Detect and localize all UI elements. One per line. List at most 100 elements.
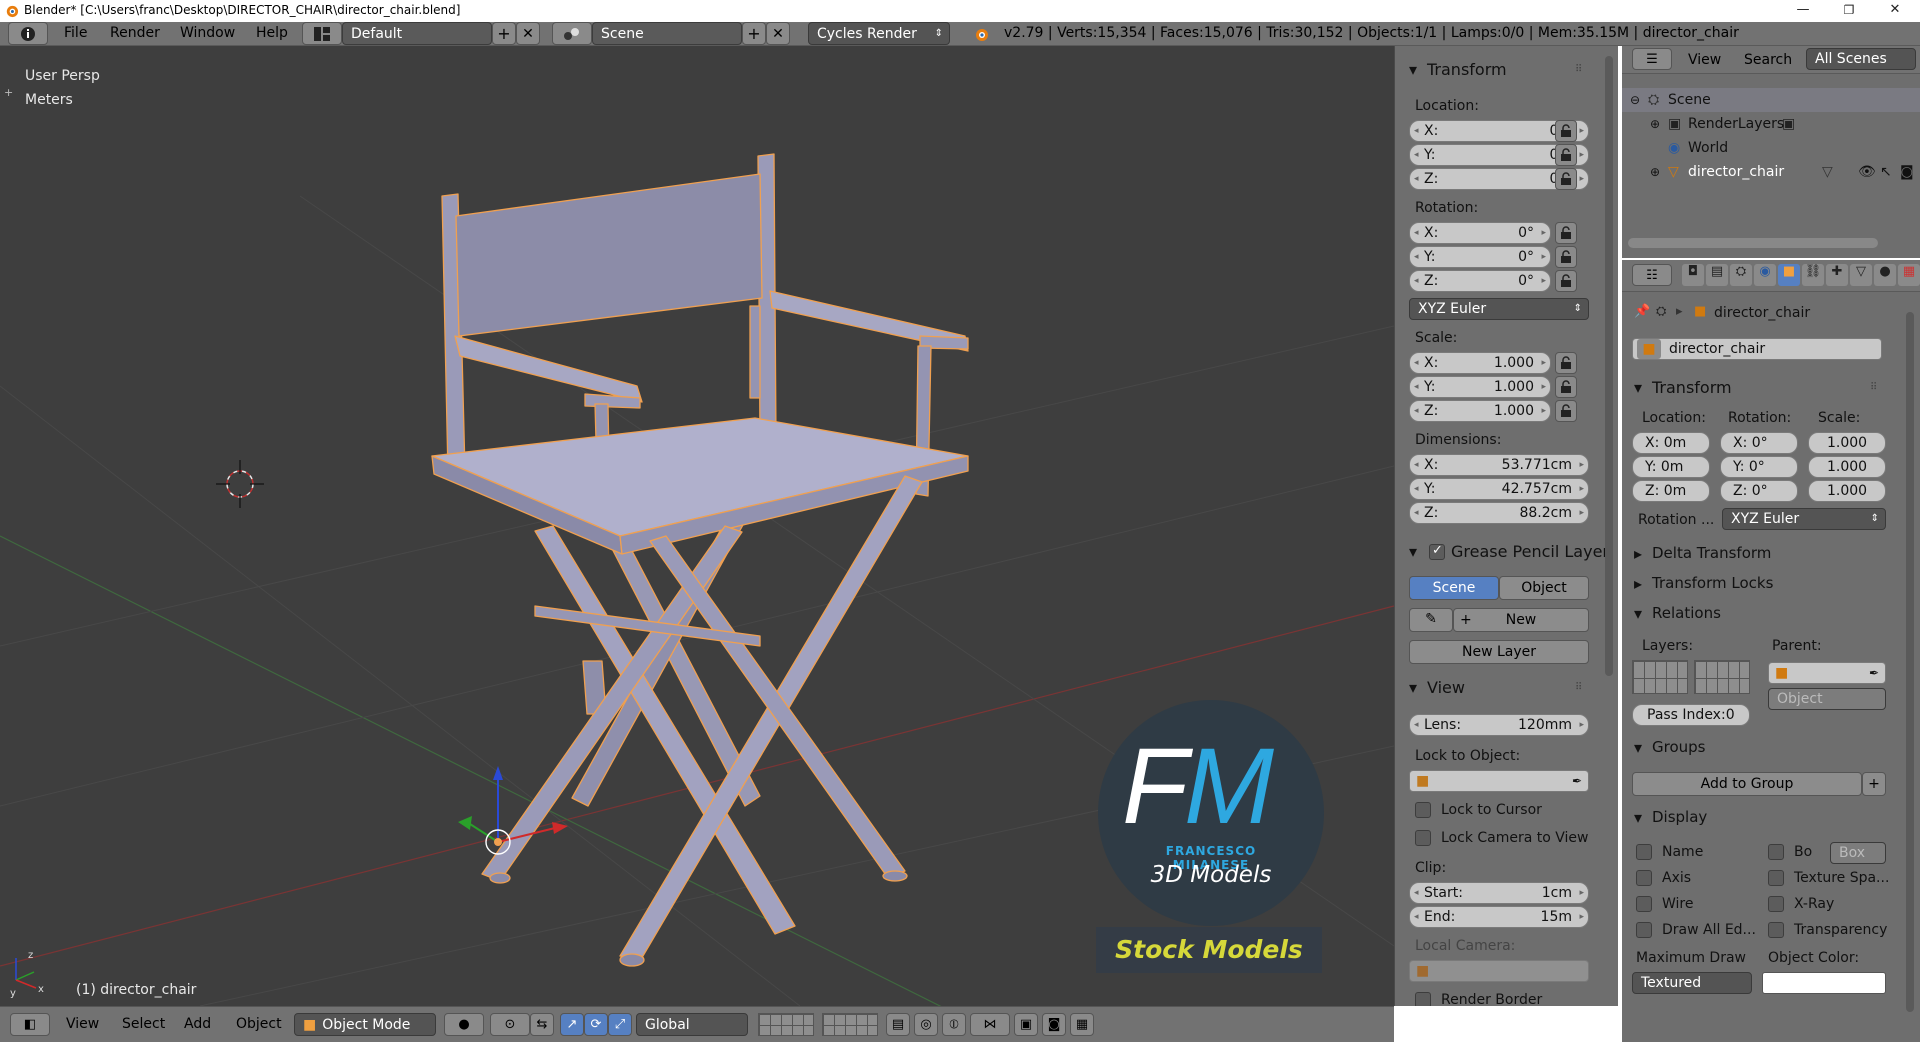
object-name-field[interactable]: ■ director_chair bbox=[1632, 338, 1882, 360]
transform-panel-title[interactable]: Transform bbox=[1427, 60, 1507, 79]
panel-collapse-arrow-icon[interactable]: ▾ bbox=[1634, 378, 1642, 397]
manipulator-toggle-icon[interactable]: ⇆ bbox=[530, 1013, 554, 1036]
add-scene-icon[interactable]: + bbox=[742, 22, 766, 45]
obj-rot-y-field[interactable]: Y: 0° bbox=[1720, 456, 1798, 478]
layers-grid-left[interactable] bbox=[1632, 660, 1688, 694]
add-to-group-button[interactable]: Add to Group bbox=[1632, 772, 1862, 796]
layers-grid-right[interactable] bbox=[1694, 660, 1750, 694]
outliner-row-scene[interactable]: ⊖ ⛭ Scene bbox=[1622, 88, 1920, 112]
modifiers-tab-icon[interactable]: ✚ bbox=[1826, 264, 1848, 286]
world-tab-icon[interactable]: ◉ bbox=[1754, 264, 1776, 286]
pin-icon[interactable]: 📌 bbox=[1634, 304, 1650, 319]
display-texture-space-checkbox[interactable] bbox=[1768, 870, 1784, 886]
max-draw-dropdown[interactable]: Textured bbox=[1632, 972, 1752, 994]
groups-panel[interactable]: Groups bbox=[1652, 738, 1705, 756]
obj-transform-panel-title[interactable]: Transform bbox=[1652, 378, 1732, 397]
dimension-y-field[interactable]: ◂ Y: 42.757cm ▸ bbox=[1409, 478, 1589, 500]
rotate-manipulator-icon[interactable]: ⟳ bbox=[584, 1013, 608, 1036]
lock-to-cursor-checkbox[interactable] bbox=[1415, 802, 1431, 818]
scene-layers-grid-right[interactable] bbox=[822, 1013, 878, 1036]
menu-file[interactable]: File bbox=[64, 25, 87, 41]
npanel-scrollbar[interactable] bbox=[1605, 56, 1613, 676]
outliner-filter-dropdown[interactable]: All Scenes bbox=[1806, 48, 1916, 70]
lock-rotation-x-icon[interactable] bbox=[1555, 222, 1577, 244]
minimize-button[interactable]: — bbox=[1780, 0, 1826, 22]
obj-scale-z-field[interactable]: 1.000 bbox=[1808, 480, 1886, 502]
visibility-eye-icon[interactable]: 👁 bbox=[1858, 160, 1876, 184]
obj-loc-z-field[interactable]: Z: 0m bbox=[1632, 480, 1710, 502]
render-engine-dropdown[interactable]: Cycles Render ⇕ bbox=[808, 22, 950, 45]
expand-toggle-icon[interactable]: ⊕ bbox=[1650, 112, 1660, 136]
screen-layout-field[interactable]: Default bbox=[342, 22, 492, 45]
gp-scene-tab[interactable]: Scene bbox=[1409, 576, 1499, 600]
panel-collapse-arrow-icon[interactable]: ▾ bbox=[1409, 678, 1417, 697]
scene-field[interactable]: Scene bbox=[592, 22, 742, 45]
viewport-menu-add[interactable]: Add bbox=[184, 1016, 211, 1032]
outliner-row-world[interactable]: ◉ World bbox=[1622, 136, 1920, 160]
layer-lock-icon[interactable]: ▤ bbox=[886, 1013, 910, 1036]
panel-collapse-arrow-icon[interactable]: ▾ bbox=[1634, 604, 1642, 623]
lock-location-z-icon[interactable] bbox=[1555, 168, 1577, 190]
remove-scene-icon[interactable]: ✕ bbox=[766, 22, 790, 45]
lock-location-y-icon[interactable] bbox=[1555, 144, 1577, 166]
scene-button[interactable] bbox=[552, 22, 592, 45]
lock-scale-z-icon[interactable] bbox=[1555, 400, 1577, 422]
drag-handle-icon[interactable]: ⠿ bbox=[1575, 682, 1583, 693]
relations-panel[interactable]: Relations bbox=[1652, 604, 1721, 622]
add-group-plus-icon[interactable]: + bbox=[1862, 772, 1886, 796]
texture-tab-icon[interactable]: ▦ bbox=[1898, 264, 1920, 286]
lock-location-x-icon[interactable] bbox=[1555, 120, 1577, 142]
gp-pencil-button[interactable]: ✎ bbox=[1409, 608, 1453, 632]
outliner-horizontal-scrollbar[interactable] bbox=[1628, 238, 1878, 248]
lock-scale-x-icon[interactable] bbox=[1555, 352, 1577, 374]
snap-element-icon[interactable]: ⋈ bbox=[970, 1013, 1010, 1036]
rotation-mode-dropdown[interactable]: XYZ Euler ⇕ bbox=[1409, 298, 1589, 320]
obj-loc-y-field[interactable]: Y: 0m bbox=[1632, 456, 1710, 478]
scale-z-field[interactable]: ◂ Z: 1.000 ▸ bbox=[1409, 400, 1551, 422]
panel-expand-arrow-icon[interactable]: ▸ bbox=[1634, 544, 1642, 563]
bounds-type-dropdown[interactable]: Box bbox=[1830, 842, 1886, 864]
lock-rotation-z-icon[interactable] bbox=[1555, 270, 1577, 292]
outliner-row-renderlayers[interactable]: ⊕ ▣ RenderLayers ▣ bbox=[1622, 112, 1920, 136]
properties-editor-type-button[interactable]: ☷ bbox=[1632, 264, 1672, 286]
maximize-button[interactable]: ❐ bbox=[1826, 0, 1872, 22]
editor-type-button[interactable] bbox=[8, 22, 48, 45]
opengl-animation-icon[interactable]: ▦ bbox=[1070, 1013, 1094, 1036]
viewport-menu-select[interactable]: Select bbox=[122, 1016, 165, 1032]
obj-scale-x-field[interactable]: 1.000 bbox=[1808, 432, 1886, 454]
viewport-menu-view[interactable]: View bbox=[66, 1016, 99, 1032]
viewport-editor-type-button[interactable]: ◧ bbox=[10, 1013, 50, 1036]
display-all-edges-checkbox[interactable] bbox=[1636, 922, 1652, 938]
remove-screen-icon[interactable]: ✕ bbox=[516, 22, 540, 45]
display-xray-checkbox[interactable] bbox=[1768, 896, 1784, 912]
properties-scrollbar[interactable] bbox=[1906, 312, 1914, 1012]
lens-field[interactable]: ◂ Lens: 120mm ▸ bbox=[1409, 714, 1589, 736]
gp-new-layer-button[interactable]: New Layer bbox=[1409, 640, 1589, 664]
obj-loc-x-field[interactable]: X: 0m bbox=[1632, 432, 1710, 454]
snap-toggle-icon[interactable]: ⦶ bbox=[942, 1013, 966, 1036]
lock-rotation-y-icon[interactable] bbox=[1555, 246, 1577, 268]
transform-locks-panel[interactable]: Transform Locks bbox=[1652, 574, 1773, 592]
scale-x-field[interactable]: ◂ X: 1.000 ▸ bbox=[1409, 352, 1551, 374]
lock-object-field[interactable]: ■ ✒ bbox=[1409, 770, 1589, 792]
clip-end-field[interactable]: ◂ End: 15m ▸ bbox=[1409, 906, 1589, 928]
grease-pencil-panel-title[interactable]: Grease Pencil Layer bbox=[1451, 542, 1609, 561]
transform-orientation-dropdown[interactable]: Global bbox=[636, 1013, 748, 1036]
data-tab-icon[interactable]: ▽ bbox=[1850, 264, 1872, 286]
scale-manipulator-icon[interactable]: ⤢ bbox=[608, 1013, 632, 1036]
scene-layers-grid-left[interactable] bbox=[758, 1013, 814, 1036]
constraints-tab-icon[interactable]: ⛓ bbox=[1802, 264, 1824, 286]
scene-tab-icon[interactable]: ⛭ bbox=[1730, 264, 1752, 286]
display-axis-checkbox[interactable] bbox=[1636, 870, 1652, 886]
lock-scale-y-icon[interactable] bbox=[1555, 376, 1577, 398]
interaction-mode-dropdown[interactable]: ■ Object Mode bbox=[294, 1013, 436, 1036]
grease-pencil-enable-checkbox[interactable]: ✓ bbox=[1429, 543, 1445, 560]
rotation-z-field[interactable]: ◂ Z: 0° ▸ bbox=[1409, 270, 1551, 292]
outliner-menu-view[interactable]: View bbox=[1688, 52, 1721, 68]
obj-scale-y-field[interactable]: 1.000 bbox=[1808, 456, 1886, 478]
parent-field[interactable]: ■ ✒ bbox=[1768, 662, 1886, 684]
display-wire-checkbox[interactable] bbox=[1636, 896, 1652, 912]
delta-transform-panel[interactable]: Delta Transform bbox=[1652, 544, 1771, 562]
view-panel-title[interactable]: View bbox=[1427, 678, 1465, 697]
dimension-x-field[interactable]: ◂ X: 53.771cm ▸ bbox=[1409, 454, 1589, 476]
